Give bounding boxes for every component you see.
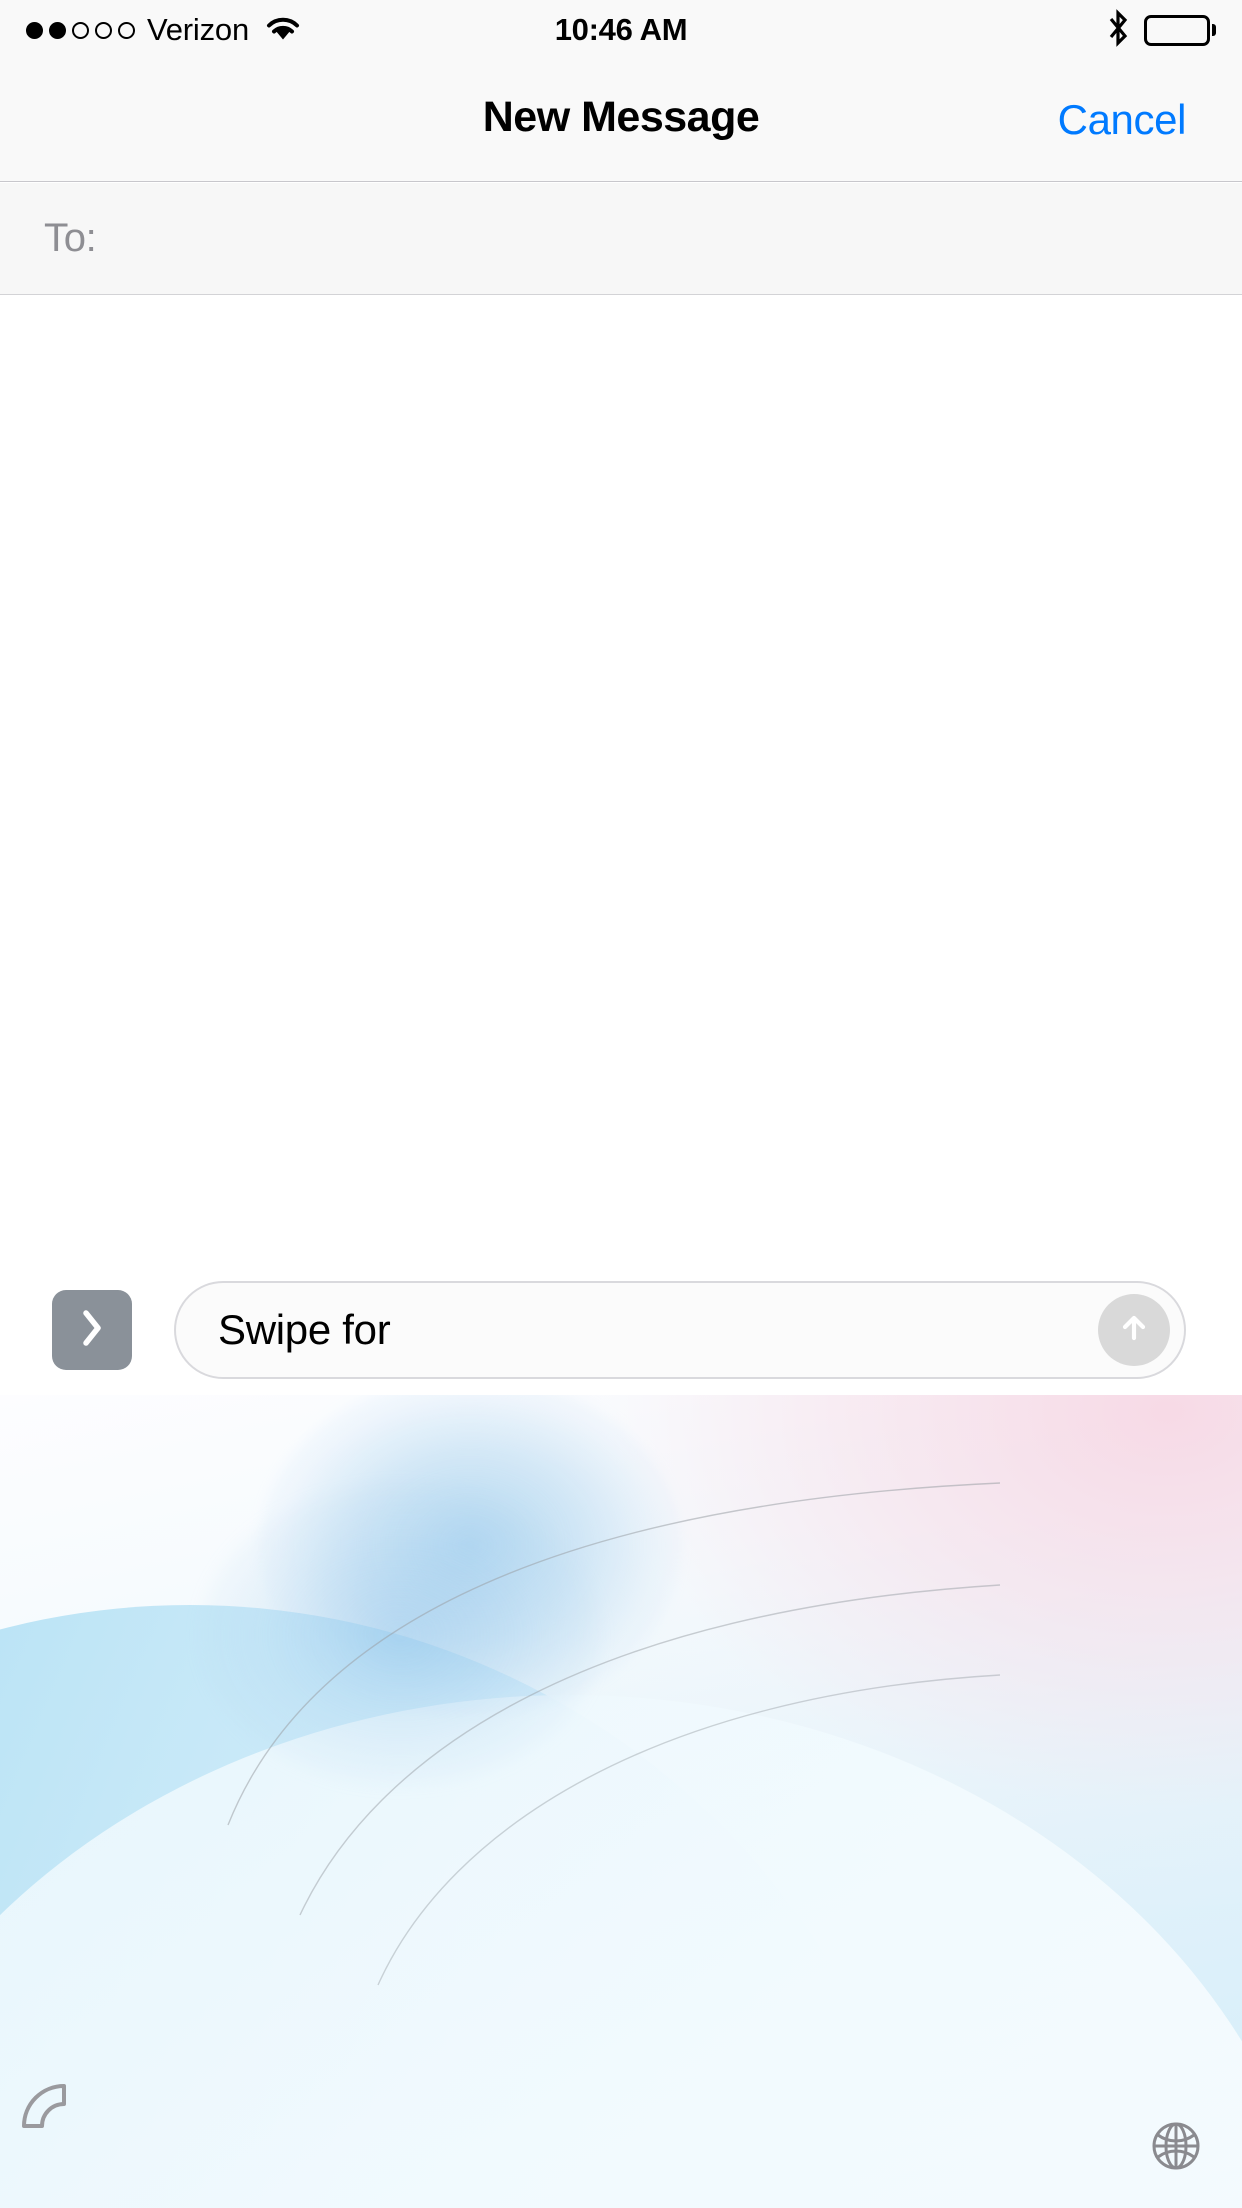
arrow-up-icon <box>1112 1306 1156 1355</box>
signal-dot-1 <box>26 21 43 39</box>
signal-dot-5 <box>118 21 135 39</box>
recipient-field[interactable]: To: <box>0 183 1242 295</box>
wifi-icon <box>265 14 301 47</box>
status-bar-right <box>1106 8 1216 52</box>
signal-dot-2 <box>49 21 66 39</box>
signal-strength-indicator <box>26 21 135 39</box>
expand-apps-button[interactable] <box>52 1290 132 1370</box>
battery-icon <box>1144 14 1216 46</box>
recipient-label: To: <box>44 216 97 260</box>
message-input-value[interactable]: Swipe for <box>218 1306 1098 1354</box>
message-text-field[interactable]: Swipe for <box>174 1281 1186 1379</box>
signal-dot-3 <box>72 21 89 39</box>
navigation-bar: New Message Cancel <box>0 60 1242 182</box>
globe-language-icon[interactable] <box>1148 2118 1204 2179</box>
signal-dot-4 <box>95 21 112 39</box>
keyboard-layout-toggle-button[interactable] <box>16 2078 76 2145</box>
send-button[interactable] <box>1098 1294 1170 1366</box>
curved-arc-icon <box>22 2084 66 2128</box>
message-list <box>0 295 1242 1395</box>
status-bar-left: Verizon <box>26 12 301 48</box>
message-input-toolbar: Swipe for <box>0 1265 1242 1395</box>
page-title: New Message <box>482 93 760 141</box>
chevron-right-icon <box>77 1306 107 1355</box>
carrier-label: Verizon <box>147 12 249 47</box>
curved-swipe-keyboard[interactable]: life q w e r t y u i o p a s d f g h j k… <box>0 1395 1242 2208</box>
cancel-button[interactable]: Cancel <box>1058 96 1187 144</box>
status-bar: Verizon 10:46 AM <box>0 0 1242 60</box>
keyboard-arc-guides <box>227 1482 1001 1986</box>
bluetooth-icon <box>1106 8 1130 52</box>
